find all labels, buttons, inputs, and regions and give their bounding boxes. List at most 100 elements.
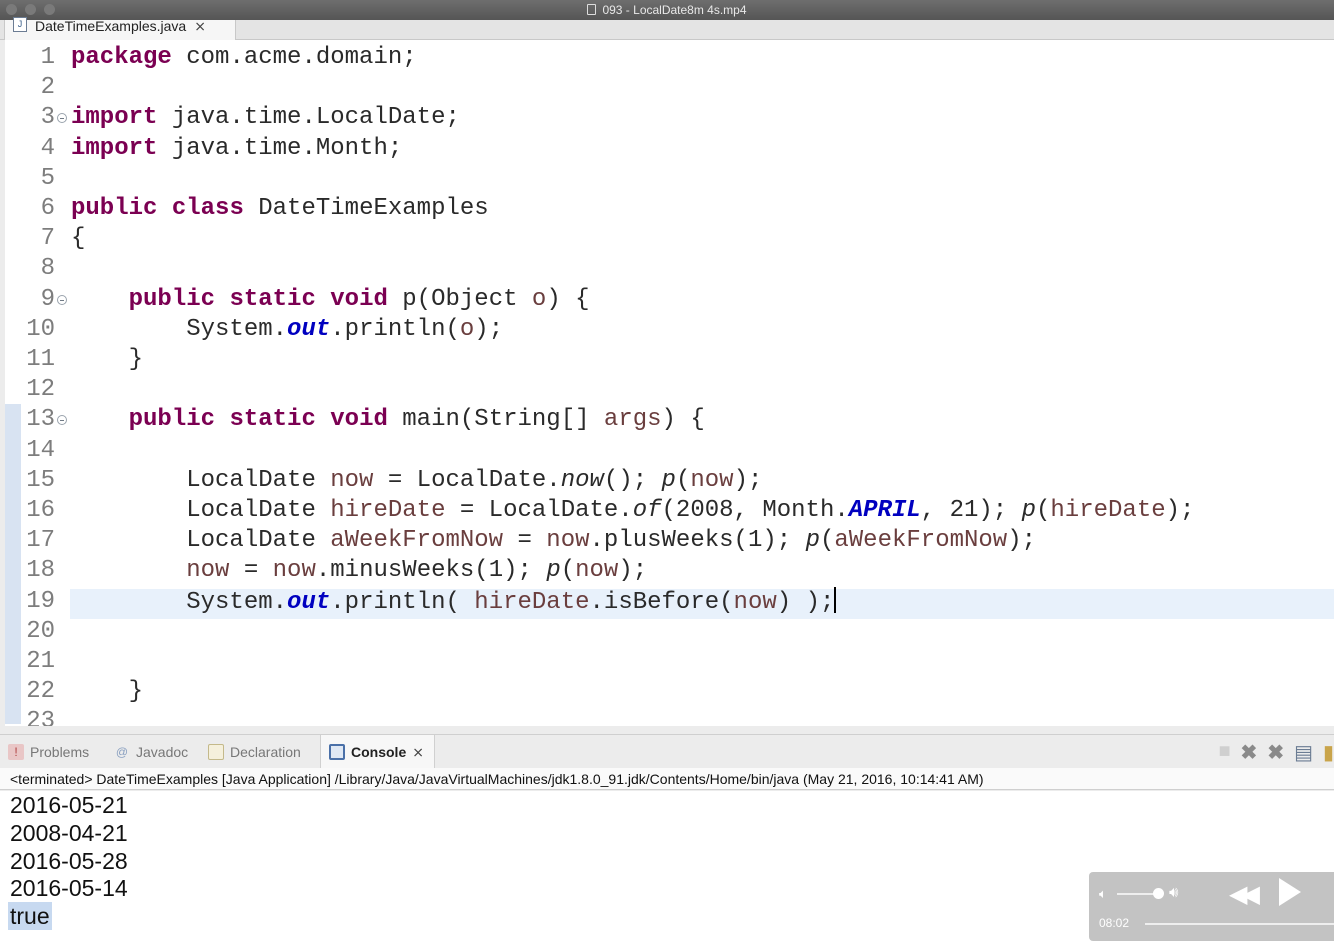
tab-declaration[interactable]: Declaration [208,735,301,769]
line-number: 1 [40,44,55,71]
code-line[interactable]: 5 [5,164,1334,194]
code-text[interactable]: } [71,345,143,375]
code-line[interactable]: 4 import java.time.Month; [5,134,1334,164]
window-controls[interactable] [6,4,55,15]
code-line[interactable]: 15 LocalDate now = LocalDate.now(); p(no… [5,466,1334,496]
code-text[interactable]: } [71,677,143,707]
volume-knob[interactable] [1153,888,1164,899]
console-line: 2008-04-21 [10,820,128,846]
fold-toggle-icon[interactable] [57,113,67,124]
remove-all-icon[interactable]: ✖ [1267,740,1284,765]
panel-tab-bar: ! Problems @ Javadoc Declaration Console… [0,734,1334,769]
line-number: 18 [26,557,55,585]
line-number: 7 [40,225,55,253]
line-number: 17 [26,527,55,555]
tab-problems[interactable]: ! Problems [8,735,89,769]
close-window-button[interactable] [6,4,17,15]
console-line-selected: true [8,902,52,930]
code-editor[interactable]: 1 package com.acme.domain; 2 3 import java.t… [0,40,1334,726]
code-text[interactable]: LocalDate hireDate = LocalDate.of(2008, … [71,496,1194,526]
code-line[interactable]: 6 public class DateTimeExamples [5,194,1334,224]
play-icon[interactable] [1279,878,1301,906]
line-number: 13 [26,406,55,434]
line-number: 11 [26,346,55,373]
editor-tab[interactable]: J DateTimeExamples.java ⨯ [4,17,236,40]
line-number: 2 [40,74,55,102]
code-text[interactable]: public static void p(Object o) { [71,285,590,315]
console-launch-info: <terminated> DateTimeExamples [Java Appl… [0,768,1334,790]
code-text[interactable]: LocalDate now = LocalDate.now(); p(now); [71,466,762,496]
zoom-window-button[interactable] [44,4,55,15]
code-line[interactable]: 21 [5,647,1334,677]
code-text[interactable]: System.out.println(o); [71,315,503,345]
code-text[interactable]: System.out.println( hireDate.isBefore(no… [71,586,837,618]
video-controls: 🔈︎ 🔊︎ ◀◀ 08:02 [1089,872,1334,941]
code-text[interactable]: import java.time.LocalDate; [71,103,460,133]
code-line[interactable]: 9 public static void p(Object o) { [5,285,1334,315]
code-line[interactable]: 7{ [5,224,1334,254]
code-line[interactable]: 3 import java.time.LocalDate; [5,103,1334,133]
code-line[interactable]: 14 [5,436,1334,466]
code-line[interactable]: 8 [5,254,1334,284]
console-line: 2016-05-28 [10,848,128,874]
code-text[interactable]: package com.acme.domain; [71,43,417,73]
java-file-icon: J [13,17,27,32]
code-line[interactable]: 10 System.out.println(o); [5,315,1334,345]
playback-scrubber[interactable] [1145,923,1334,925]
code-line[interactable]: 23 [5,707,1334,726]
stop-icon[interactable]: ■ [1218,740,1230,765]
console-icon [329,744,345,760]
line-number: 15 [26,466,55,494]
scroll-lock-icon[interactable]: ▮ [1323,740,1334,765]
volume-low-icon[interactable]: 🔈︎ [1099,886,1107,902]
code-line[interactable]: 1 package com.acme.domain; [5,43,1334,73]
tab-declaration-label: Declaration [230,744,301,760]
code-line[interactable]: 16 LocalDate hireDate = LocalDate.of(200… [5,496,1334,526]
code-text[interactable]: import java.time.Month; [71,134,402,164]
code-line[interactable]: 17 LocalDate aWeekFromNow = now.plusWeek… [5,526,1334,556]
code-line[interactable]: 11 } [5,345,1334,375]
code-text[interactable]: public static void main(String[] args) { [71,405,705,435]
close-tab-icon[interactable]: ⨯ [194,19,206,33]
declaration-icon [208,744,224,760]
minimize-window-button[interactable] [25,4,36,15]
code-line[interactable]: 18 now = now.minusWeeks(1); p(now); [5,556,1334,586]
code-line[interactable]: 19 System.out.println( hireDate.isBefore… [5,586,1334,618]
line-number: 8 [40,255,55,283]
line-number: 12 [26,376,55,404]
tab-javadoc[interactable]: @ Javadoc [114,735,188,769]
code-text[interactable]: public class DateTimeExamples [71,194,489,224]
console-line: 2016-05-14 [10,875,128,901]
fold-toggle-icon[interactable] [57,415,67,426]
clear-console-icon[interactable]: ▤ [1294,740,1313,765]
console-line: 2016-05-21 [10,792,128,818]
line-number: 9 [40,285,55,313]
line-number: 10 [26,315,55,343]
code-line[interactable]: 13 public static void main(String[] args… [5,405,1334,435]
rewind-icon[interactable]: ◀◀ [1229,880,1260,909]
fold-toggle-icon[interactable] [57,294,67,305]
remove-launch-icon[interactable]: ✖ [1241,740,1258,765]
window-titlebar: 093 - LocalDate8m 4s.mp4 [0,0,1334,20]
line-number: 23 [26,708,55,726]
code-text[interactable]: now = now.minusWeeks(1); p(now); [71,556,647,586]
line-number: 21 [26,648,55,675]
code-line[interactable]: 22 } [5,677,1334,707]
console-toolbar: ■ ✖ ✖ ▤ ▮ [1218,740,1334,765]
code-text[interactable]: LocalDate aWeekFromNow = now.plusWeeks(1… [71,526,1036,556]
code-line[interactable]: 20 [5,617,1334,647]
tab-console-label: Console [351,744,407,760]
close-console-tab-icon[interactable]: ⨯ [412,744,424,761]
line-number: 19 [26,587,55,615]
code-text[interactable]: { [71,224,85,254]
line-number: 22 [26,678,55,706]
javadoc-icon: @ [115,745,129,759]
tab-console[interactable]: Console ⨯ [320,735,435,769]
code-line[interactable]: 2 [5,73,1334,103]
line-number: 16 [26,497,55,524]
editor-tab-bar: J DateTimeExamples.java ⨯ [0,17,1334,40]
code-line[interactable]: 12 [5,375,1334,405]
line-number: 20 [26,617,55,645]
volume-high-icon[interactable]: 🔊︎ [1169,884,1178,901]
playback-time: 08:02 [1099,916,1130,930]
